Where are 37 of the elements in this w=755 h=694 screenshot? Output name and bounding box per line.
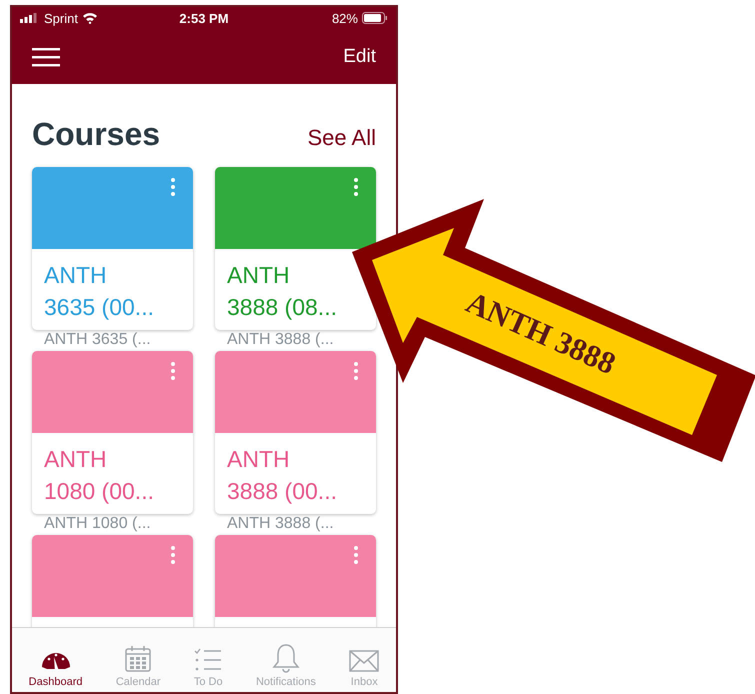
menu-icon[interactable] bbox=[32, 46, 60, 66]
more-icon[interactable] bbox=[353, 177, 359, 197]
course-card[interactable]: ANTH 3635 (00... bbox=[32, 167, 193, 330]
more-icon[interactable] bbox=[170, 545, 176, 565]
battery-percent: 82% bbox=[332, 10, 358, 26]
course-title: ANTH 1080 (00... bbox=[44, 445, 155, 506]
more-icon[interactable] bbox=[170, 361, 176, 381]
course-code: ANTH 3888 (... bbox=[226, 515, 335, 533]
calendar-icon bbox=[124, 645, 152, 673]
callout-label: ANTH 3888 bbox=[461, 284, 621, 382]
checklist-icon bbox=[194, 647, 222, 673]
more-icon[interactable] bbox=[353, 361, 359, 381]
tab-item[interactable]: Notifications bbox=[254, 643, 318, 688]
course-card[interactable]: ANTH 3888 (00... bbox=[215, 351, 376, 514]
course-card[interactable]: ANTH 1080 (00... bbox=[32, 351, 193, 514]
wifi-icon bbox=[82, 12, 98, 24]
bell-icon bbox=[272, 643, 300, 673]
tab-item[interactable]: To Do bbox=[192, 647, 225, 688]
more-icon[interactable] bbox=[353, 545, 359, 565]
more-icon[interactable] bbox=[170, 177, 176, 197]
course-title: ANTH 3888 (00... bbox=[227, 445, 338, 506]
course-card[interactable]: ANTH 3888 (08... bbox=[215, 167, 376, 330]
course-code: ANTH 3888 (... bbox=[226, 331, 335, 349]
course-code: ANTH 1080 (... bbox=[43, 515, 152, 533]
envelope-icon bbox=[349, 649, 380, 673]
course-title: ANTH 3635 (00... bbox=[44, 261, 155, 322]
battery-icon bbox=[362, 12, 388, 24]
tab-item[interactable]: Inbox bbox=[347, 649, 382, 688]
course-title: ANTH 3888 (08... bbox=[227, 261, 338, 322]
see-all-link[interactable]: See All bbox=[308, 125, 376, 151]
edit-button[interactable]: Edit bbox=[343, 46, 376, 68]
tab-item[interactable]: Calendar bbox=[114, 645, 162, 688]
status-time: 2:53 PM bbox=[179, 10, 229, 26]
tab-item[interactable]: Dashboard bbox=[26, 647, 84, 688]
course-code: ANTH 3635 (... bbox=[43, 331, 152, 349]
carrier-name: Sprint bbox=[44, 10, 78, 26]
section-title: Courses bbox=[32, 116, 160, 153]
